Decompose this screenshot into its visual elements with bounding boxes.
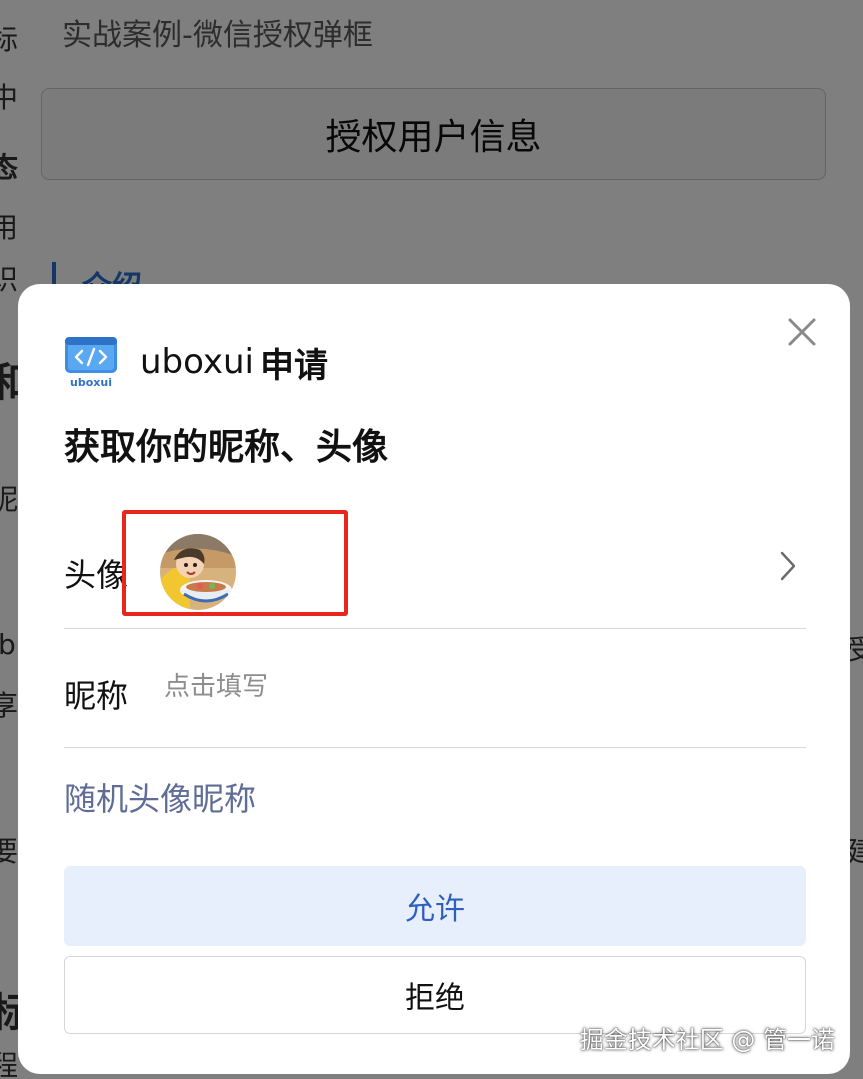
authorization-dialog: uboxui uboxui 申请 获取你的昵称、头像 头像 昵称 点击填写 随机…: [18, 284, 850, 1074]
chevron-right-icon: [778, 550, 798, 582]
allow-button[interactable]: 允许: [64, 866, 806, 946]
avatar-row[interactable]: 头像: [64, 506, 806, 629]
nickname-input[interactable]: [162, 671, 726, 703]
permission-title: 获取你的昵称、头像: [64, 427, 389, 468]
nickname-row: 昵称: [64, 629, 806, 748]
apply-label: 申请: [260, 345, 329, 386]
random-avatar-nickname-link[interactable]: 随机头像昵称: [64, 774, 256, 820]
watermark: 掘金技术社区 @ 管一诺: [579, 1026, 835, 1054]
avatar-highlight-box: [122, 510, 348, 616]
app-info: uboxui uboxui 申请: [64, 334, 328, 390]
app-logo: uboxui: [64, 336, 118, 389]
nickname-label: 昵称: [64, 677, 129, 715]
logo-caption: uboxui: [70, 376, 112, 388]
app-name: uboxui: [140, 342, 255, 382]
close-icon[interactable]: [784, 314, 820, 350]
avatar-label: 头像: [64, 556, 129, 594]
